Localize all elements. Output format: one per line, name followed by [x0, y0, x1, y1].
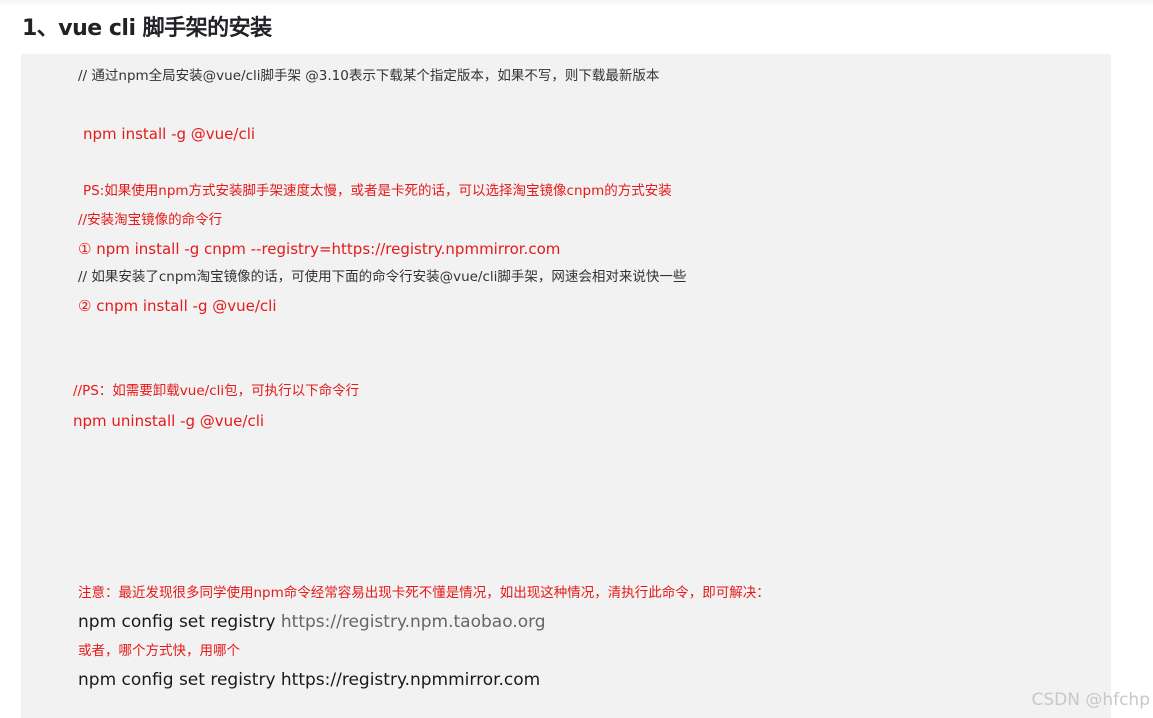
uninstall-note: //PS：如需要卸载vue/cli包，可执行以下命令行 — [73, 383, 360, 399]
top-divider — [0, 0, 1153, 6]
csdn-watermark: CSDN @hfchp — [1031, 690, 1150, 710]
or-note: 或者，哪个方式快，用哪个 — [78, 643, 240, 659]
section-heading: 1、vue cli 脚手架的安装 — [22, 16, 272, 41]
uninstall-command: npm uninstall -g @vue/cli — [73, 412, 265, 430]
taobao-registry-url: https://registry.npm.taobao.org — [280, 612, 546, 632]
comment-intro: // 通过npm全局安装@vue/cli脚手架 @3.10表示下载某个指定版本，… — [78, 68, 660, 84]
config-command-prefix: npm config set registry — [78, 612, 281, 632]
install-command: npm install -g @vue/cli — [83, 125, 256, 143]
cnpm-comment: // 如果安装了cnpm淘宝镜像的话，可使用下面的命令行安装@vue/cli脚手… — [78, 269, 687, 285]
config-command-taobao: npm config set registry https://registry… — [78, 614, 546, 631]
code-block: // 通过npm全局安装@vue/cli脚手架 @3.10表示下载某个指定版本，… — [21, 54, 1111, 718]
ps-note: PS:如果使用npm方式安装脚手架速度太慢，或者是卡死的话，可以选择淘宝镜像cn… — [83, 183, 672, 199]
config-command-mirror: npm config set registry https://registry… — [78, 670, 541, 690]
cnpm-registry-command: ① npm install -g cnpm --registry=https:/… — [78, 240, 561, 258]
cnpm-install-command: ② cnpm install -g @vue/cli — [78, 297, 277, 315]
notice-text: 注意：最近发现很多同学使用npm命令经常容易出现卡死不懂是情况，如出现这种情况，… — [78, 585, 770, 601]
taobao-comment: //安装淘宝镜像的命令行 — [78, 212, 223, 228]
